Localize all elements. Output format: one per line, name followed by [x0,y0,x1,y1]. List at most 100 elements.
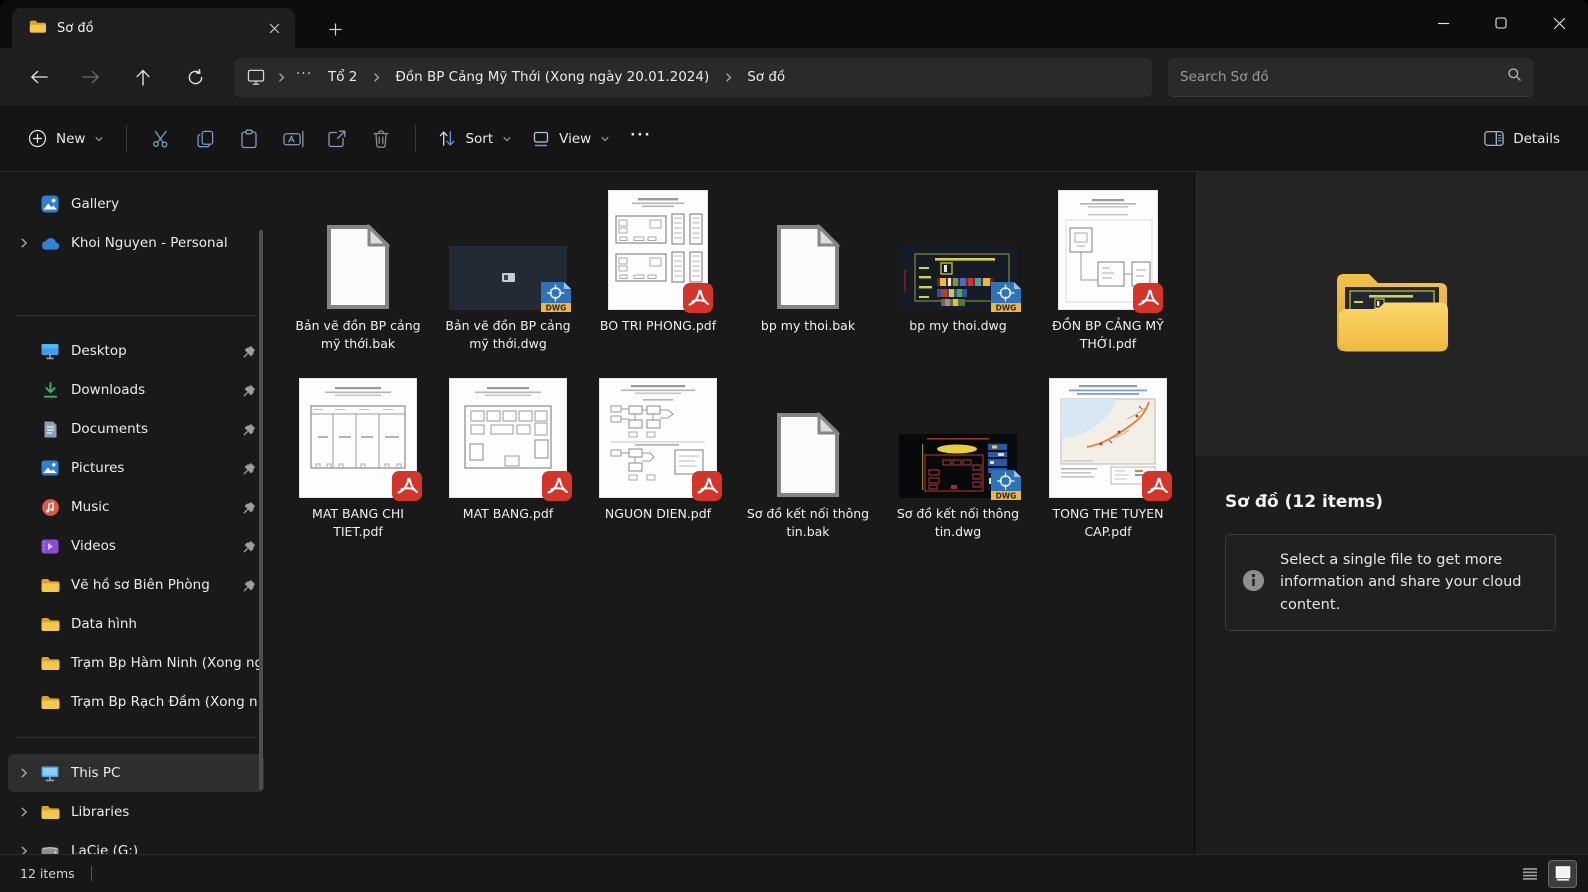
forward-button[interactable] [70,58,112,96]
sidebar-scrollbar[interactable] [259,230,263,790]
search-box [1168,57,1534,97]
refresh-button[interactable] [174,58,216,96]
thumbnail-view-button[interactable] [1548,859,1577,888]
chevron-right-icon[interactable] [12,845,36,854]
folder-icon [38,577,62,594]
new-tab-button[interactable] [318,15,352,43]
titlebar: Sơ đồ [0,0,1588,48]
svg-text:DWG: DWG [546,304,567,313]
chevron-right-icon[interactable] [719,72,737,83]
folder-preview [1195,172,1588,456]
up-button[interactable] [122,58,164,96]
file-name-label: MAT BANG CHI TIET.pdf [312,506,404,539]
this-pc-monitor-icon[interactable] [240,69,272,85]
explorer-tab[interactable]: Sơ đồ [12,8,295,48]
file-name-label: Sơ đồ kết nối thông tin.dwg [896,506,1020,539]
paste-button[interactable] [227,119,271,159]
file-item[interactable]: NGUON DIEN.pdf [583,374,733,562]
chevron-right-icon[interactable] [12,806,36,818]
back-button[interactable] [18,58,60,96]
toolbar-separator [415,125,417,152]
chevron-right-icon[interactable] [272,72,290,83]
new-button-label: New [56,130,86,147]
folder-icon [38,655,62,672]
pin-icon [238,422,260,437]
file-item[interactable]: Bản vẽ đồn BP cảng mỹ thới.bak [283,186,433,374]
list-view-button[interactable] [1516,861,1543,887]
sidebar-item-desktop[interactable]: Desktop [8,332,264,370]
tab-close-icon[interactable] [261,15,287,41]
file-thumbnail [733,374,883,498]
sidebar-item-label: Trạm Bp Hàm Ninh (Xong ng [71,655,260,671]
pin-icon [238,461,260,476]
status-separator [90,866,92,881]
maximize-button[interactable] [1472,0,1530,46]
file-item[interactable]: BO TRI PHONG.pdf [583,186,733,374]
sidebar-item-libraries[interactable]: Libraries [8,793,264,831]
sidebar-item-videos[interactable]: Videos [8,527,264,565]
details-pane-button[interactable]: Details [1474,119,1570,159]
chevron-right-icon[interactable] [12,767,36,779]
file-item[interactable]: TONG THE TUYEN CAP.pdf [1033,374,1183,562]
sidebar-item-tram-bp-ham-ninh-xong-ng[interactable]: Trạm Bp Hàm Ninh (Xong ng [8,644,264,682]
more-options-button[interactable]: ··· [620,119,661,159]
pin-icon [238,500,260,515]
file-item[interactable]: ĐỒN BP CẢNG MỸ THỚI.pdf [1033,186,1183,374]
window-controls [1414,0,1588,48]
new-button[interactable]: New [18,119,114,159]
view-button[interactable]: View [522,119,620,159]
file-item[interactable]: bp my thoi.bak [733,186,883,374]
folder-icon [38,804,62,821]
chevron-right-icon[interactable] [12,237,36,249]
sidebar-item-music[interactable]: Music [8,488,264,526]
breadcrumb-segment-current[interactable]: Sơ đồ [737,62,795,92]
sidebar-item-documents[interactable]: Documents [8,410,264,448]
breadcrumb-segment[interactable]: Đồn BP Cảng Mỹ Thới (Xong ngày 20.01.202… [385,62,719,92]
file-item[interactable]: MAT BANG CHI TIET.pdf [283,374,433,562]
sidebar-item-gallery[interactable]: Gallery [8,185,264,223]
rename-button[interactable] [271,119,315,159]
chevron-right-icon[interactable] [367,72,385,83]
breadcrumb-overflow-button[interactable]: ··· [290,66,318,88]
sidebar-item-downloads[interactable]: Downloads [8,371,264,409]
thispc-icon [38,764,62,782]
file-thumbnail [283,374,433,501]
breadcrumb-segment[interactable]: Tổ 2 [318,62,367,92]
sort-button[interactable]: Sort [428,119,522,159]
file-thumbnail [733,186,883,310]
search-icon[interactable] [1507,67,1522,86]
file-item[interactable]: MAT BANG.pdf [433,374,583,562]
pin-icon [238,578,260,593]
sidebar-item-data-hinh[interactable]: Data hình [8,605,264,643]
sidebar-item-khoi-nguyen-personal[interactable]: Khoi Nguyen - Personal [8,224,264,262]
sidebar-item-this-pc[interactable]: This PC [8,754,264,792]
copy-button[interactable] [183,119,227,159]
pin-icon [238,539,260,554]
file-item[interactable]: DWG Bản vẽ đồn BP cảng mỹ thới.dwg [433,186,583,374]
close-button[interactable] [1530,0,1588,46]
sidebar-item-label: Desktop [71,343,127,359]
more-options-label: ··· [630,126,652,143]
share-button[interactable] [315,119,359,159]
cut-button[interactable] [139,119,183,159]
file-explorer-window: Sơ đồ ··· Tổ 2 Đồn BP Cảng Mỹ Thới (Xong… [0,0,1588,892]
sidebar-item-label: Khoi Nguyen - Personal [71,235,228,251]
file-item[interactable]: DWG bp my thoi.dwg [883,186,1033,374]
file-item[interactable]: DWG Sơ đồ kết nối thông tin.dwg [883,374,1033,562]
file-grid: Bản vẽ đồn BP cảng mỹ thới.bak DWG Bản vẽ … [283,186,1183,562]
file-item[interactable]: Sơ đồ kết nối thông tin.bak [733,374,883,562]
file-thumbnail [1033,186,1183,313]
pin-icon [238,383,260,398]
sidebar-item-label: This PC [71,765,121,781]
sidebar-item-pictures[interactable]: Pictures [8,449,264,487]
pdf-badge-icon [691,470,723,502]
minimize-button[interactable] [1414,0,1472,46]
sidebar-item-ve-ho-so-bien-phong[interactable]: Vẽ hồ sơ Biên Phòng [8,566,264,604]
sidebar-item-lacie-g[interactable]: LaCie (G:) [8,832,264,854]
file-thumbnail [283,186,433,310]
sidebar-item-label: Libraries [71,804,130,820]
sidebar-item-tram-bp-rach-am-xong-n[interactable]: Trạm Bp Rạch Đầm (Xong n [8,683,264,721]
dwg-badge-icon: DWG [989,468,1023,502]
search-input[interactable] [1180,68,1507,85]
delete-button[interactable] [359,119,403,159]
